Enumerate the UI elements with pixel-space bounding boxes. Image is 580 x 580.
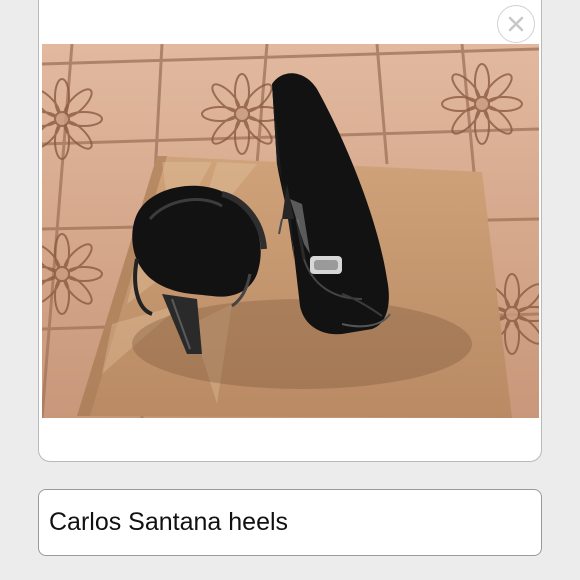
shoe-photo-illustration — [42, 44, 539, 418]
close-button[interactable] — [497, 5, 535, 43]
caption-input[interactable]: Carlos Santana heels — [38, 489, 542, 556]
listing-photo[interactable] — [42, 44, 539, 418]
caption-text: Carlos Santana heels — [49, 508, 289, 536]
close-icon — [508, 16, 524, 32]
